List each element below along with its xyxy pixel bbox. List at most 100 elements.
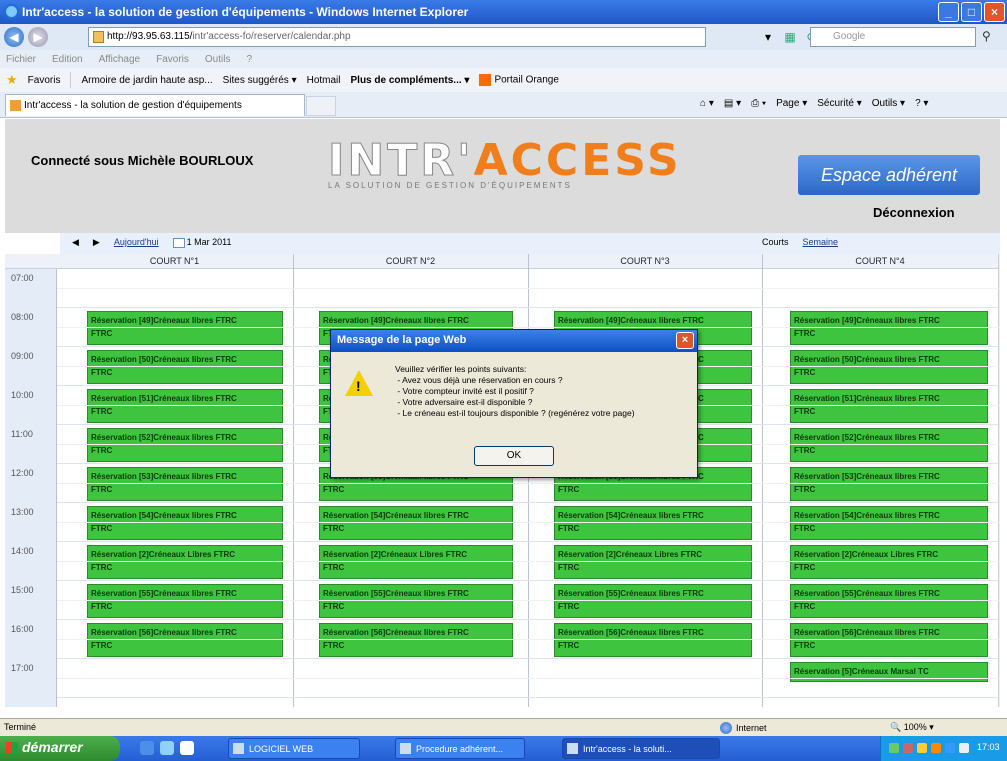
alert-dialog: Message de la page Web × ! Veuillez véri… [330, 329, 698, 478]
prev-day-button[interactable]: ◀ [72, 237, 79, 248]
reservation-slot[interactable]: Réservation [53]Créneaux libres FTRC FTRC [87, 467, 283, 501]
menu-bar: Fichier Edition Affichage Favoris Outils… [0, 50, 1007, 68]
reservation-slot[interactable]: Réservation [52]Créneaux libres FTRC FTRC [790, 428, 988, 462]
tray-icon[interactable] [889, 743, 899, 753]
hour-line [57, 502, 1000, 503]
menu-edit[interactable]: Edition [52, 54, 83, 65]
fav-armoire[interactable]: Armoire de jardin haute asp... [81, 75, 212, 86]
taskbar-intraccess[interactable]: Intr'access - la soluti... [562, 738, 720, 759]
tray-icon[interactable] [903, 743, 913, 753]
back-button[interactable]: ◀ [4, 27, 24, 47]
reservation-club: FTRC [91, 524, 113, 533]
tray-icon[interactable] [945, 743, 955, 753]
reservation-slot[interactable]: Réservation [55]Créneaux libres FTRC FTRC [87, 584, 283, 618]
tab-courts[interactable]: Courts [762, 237, 789, 247]
start-button[interactable]: démarrer [0, 736, 120, 761]
menu-help[interactable]: ? [246, 54, 252, 65]
compat-icon[interactable]: ▦ [782, 29, 798, 45]
reservation-slot[interactable]: Réservation [50]Créneaux libres FTRC FTRC [790, 350, 988, 384]
reservation-slot[interactable]: Réservation [56]Créneaux libres FTRC FTRC [790, 623, 988, 657]
search-input[interactable]: Google [810, 27, 976, 47]
tab-semaine[interactable]: Semaine [803, 237, 839, 247]
reservation-slot[interactable]: Réservation [52]Créneaux libres FTRC FTRC [87, 428, 283, 462]
menu-favorites[interactable]: Favoris [156, 54, 189, 65]
tray-icon[interactable] [931, 743, 941, 753]
reservation-title: Réservation [50]Créneaux libres FTRC [91, 355, 237, 364]
reservation-slot[interactable]: Réservation [51]Créneaux libres FTRC FTRC [87, 389, 283, 423]
today-link[interactable]: Aujourd'hui [114, 237, 159, 248]
time-label: 17:00 [11, 663, 34, 673]
zoom-level[interactable]: 🔍 100% ▾ [890, 722, 934, 733]
menu-tools[interactable]: Outils [205, 54, 231, 65]
dropdown-icon[interactable]: ▾ [760, 29, 776, 45]
minimize-button[interactable]: _ [938, 2, 959, 22]
address-field[interactable]: http://93.95.63.115/intr'access-fo/reser… [88, 27, 706, 47]
browser-tab[interactable]: Intr'access - la solution de gestion d'é… [5, 94, 305, 116]
tray-icon[interactable] [917, 743, 927, 753]
reservation-title: Réservation [2]Créneaux Libres FTRC [794, 550, 939, 559]
reservation-slot[interactable]: Réservation [51]Créneaux libres FTRC FTRC [790, 389, 988, 423]
reservation-slot[interactable]: Réservation [54]Créneaux libres FTRC FTRC [87, 506, 283, 540]
reservation-slot[interactable]: Réservation [53]Créneaux libres FTRC FTRC [790, 467, 988, 501]
security-menu[interactable]: Sécurité ▾ [817, 98, 861, 109]
reservation-slot[interactable]: Réservation [54]Créneaux libres FTRC FTRC [319, 506, 513, 540]
reservation-slot[interactable]: Réservation [5]Créneaux Marsal TC [790, 662, 988, 682]
forward-button[interactable]: ▶ [28, 27, 48, 47]
reservation-slot[interactable]: Réservation [56]Créneaux libres FTRC FTRC [87, 623, 283, 657]
home-icon[interactable]: ⌂ ▾ [700, 98, 714, 109]
reservation-title: Réservation [53]Créneaux libres FTRC [794, 472, 940, 481]
reservation-title: Réservation [2]Créneaux Libres FTRC [558, 550, 703, 559]
reservation-slot[interactable]: Réservation [50]Créneaux libres FTRC FTRC [87, 350, 283, 384]
reservation-club: FTRC [91, 407, 113, 416]
ok-button[interactable]: OK [474, 446, 554, 466]
close-window-button[interactable]: × [984, 2, 1005, 22]
reservation-club: FTRC [91, 446, 113, 455]
taskbar-procedure[interactable]: Procedure adhérent... [395, 738, 525, 759]
quicklaunch-ie-icon[interactable] [140, 741, 154, 755]
help-icon[interactable]: ? ▾ [915, 98, 928, 109]
maximize-button[interactable]: □ [961, 2, 982, 22]
reservation-slot[interactable]: Réservation [56]Créneaux libres FTRC FTRC [319, 623, 513, 657]
reservation-slot[interactable]: Réservation [2]Créneaux Libres FTRC FTRC [790, 545, 988, 579]
favorites-bar: ★ Favoris Armoire de jardin haute asp...… [0, 68, 1007, 92]
dialog-close-button[interactable]: × [676, 332, 694, 349]
page-menu[interactable]: Page ▾ [776, 98, 807, 109]
menu-file[interactable]: Fichier [6, 54, 36, 65]
quicklaunch-media-icon[interactable] [180, 741, 194, 755]
reservation-club: FTRC [794, 368, 816, 377]
date-picker[interactable]: 1 Mar 2011 [172, 237, 231, 248]
search-icon[interactable]: ⚲ [982, 29, 991, 43]
next-day-button[interactable]: ▶ [93, 237, 100, 248]
tray-icon[interactable] [959, 743, 969, 753]
espace-adherent-button[interactable]: Espace adhérent [798, 155, 980, 195]
reservation-slot[interactable]: Réservation [55]Créneaux libres FTRC FTRC [790, 584, 988, 618]
reservation-slot[interactable]: Réservation [49]Créneaux libres FTRC FTRC [87, 311, 283, 345]
calendar-icon [172, 237, 185, 248]
reservation-slot[interactable]: Réservation [55]Créneaux libres FTRC FTRC [554, 584, 752, 618]
reservation-slot[interactable]: Réservation [2]Créneaux Libres FTRC FTRC [554, 545, 752, 579]
reservation-slot[interactable]: Réservation [56]Créneaux libres FTRC FTRC [554, 623, 752, 657]
reservation-slot[interactable]: Réservation [54]Créneaux libres FTRC FTRC [554, 506, 752, 540]
menu-view[interactable]: Affichage [99, 54, 141, 65]
tools-menu[interactable]: Outils ▾ [872, 98, 905, 109]
reservation-slot[interactable]: Réservation [55]Créneaux libres FTRC FTRC [319, 584, 513, 618]
deconnexion-link[interactable]: Déconnexion [873, 205, 955, 220]
taskbar-logiciel-web[interactable]: LOGICIEL WEB [228, 738, 360, 759]
quicklaunch-ie2-icon[interactable] [160, 741, 174, 755]
security-zone: Internet [720, 722, 767, 734]
new-tab-button[interactable] [306, 96, 336, 116]
feeds-icon[interactable]: ▤ ▾ [724, 98, 741, 109]
reservation-slot[interactable]: Réservation [2]Créneaux Libres FTRC FTRC [87, 545, 283, 579]
fav-portail-orange[interactable]: Portail Orange [479, 74, 559, 86]
reservation-slot[interactable]: Réservation [2]Créneaux Libres FTRC FTRC [319, 545, 513, 579]
fav-more-addons[interactable]: Plus de compléments... ▾ [351, 75, 470, 86]
reservation-title: Réservation [49]Créneaux libres FTRC [794, 316, 940, 325]
tab-row: Intr'access - la solution de gestion d'é… [0, 92, 1007, 118]
fav-hotmail[interactable]: Hotmail [307, 75, 341, 86]
reservation-club: FTRC [323, 602, 345, 611]
reservation-slot[interactable]: Réservation [54]Créneaux libres FTRC FTRC [790, 506, 988, 540]
favorites-button[interactable]: Favoris [28, 75, 61, 86]
print-icon[interactable]: ⎙ ▾ [751, 98, 766, 109]
reservation-slot[interactable]: Réservation [49]Créneaux libres FTRC FTRC [790, 311, 988, 345]
fav-sites-suggeres[interactable]: Sites suggérés ▾ [223, 75, 297, 86]
